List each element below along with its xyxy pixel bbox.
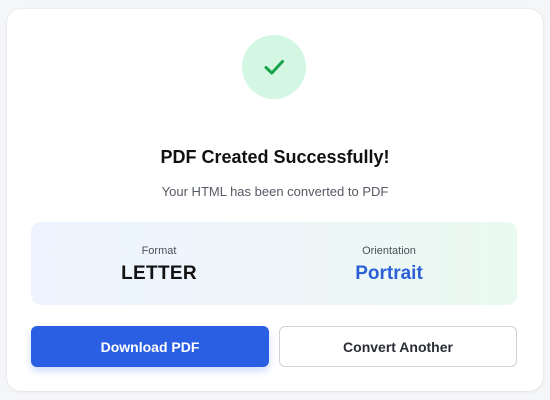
result-card: PDF Created Successfully! Your HTML has … (7, 9, 543, 391)
format-label: Format (141, 245, 177, 257)
orientation-label: Orientation (362, 245, 416, 257)
orientation-value: Portrait (355, 263, 423, 284)
success-message: Your HTML has been converted to PDF (161, 184, 389, 199)
format-value: LETTER (121, 263, 197, 284)
convert-another-button[interactable]: Convert Another (279, 326, 517, 367)
download-pdf-button[interactable]: Download PDF (31, 326, 269, 367)
conversion-details-panel: Format LETTER Orientation Portrait (31, 222, 517, 305)
check-icon (264, 60, 284, 75)
orientation-detail: Orientation Portrait (261, 222, 517, 305)
format-detail: Format LETTER (31, 222, 287, 305)
success-badge (242, 35, 306, 99)
success-title: PDF Created Successfully! (160, 147, 390, 167)
